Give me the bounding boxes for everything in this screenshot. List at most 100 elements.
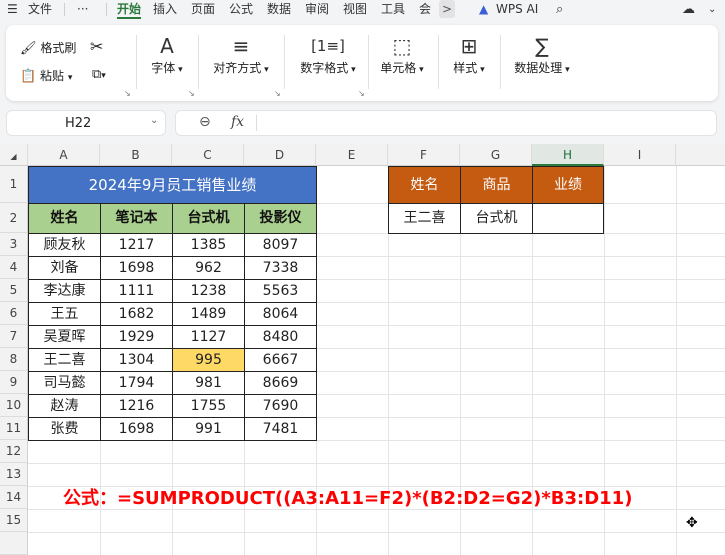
table-cell-projector[interactable]: 7338 bbox=[244, 256, 317, 280]
tab-insert[interactable]: 插入 bbox=[153, 1, 177, 18]
style-group-button[interactable]: ⊞ 样式 ▾ bbox=[446, 33, 492, 76]
wps-ai-button[interactable]: WPS AI bbox=[496, 1, 538, 18]
data-process-button[interactable]: ∑ 数据处理 ▾ bbox=[508, 33, 576, 76]
table-cell-desktop[interactable]: 1127 bbox=[172, 325, 245, 349]
chevron-down-icon[interactable]: ⌄ bbox=[150, 115, 158, 126]
row-header[interactable]: 8 bbox=[0, 348, 28, 371]
table-cell-laptop[interactable]: 1698 bbox=[100, 417, 173, 441]
name-box[interactable]: H22 ⌄ bbox=[6, 110, 166, 136]
font-group-button[interactable]: A 字体 ▾ bbox=[144, 33, 190, 76]
tab-home[interactable]: 开始 bbox=[117, 1, 141, 18]
table-cell-desktop[interactable]: 1238 bbox=[172, 279, 245, 303]
lookup-value-name[interactable]: 王二喜 bbox=[388, 203, 461, 234]
select-all-corner[interactable]: ◢ bbox=[0, 144, 28, 166]
table-cell-laptop[interactable]: 1929 bbox=[100, 325, 173, 349]
tab-review[interactable]: 审阅 bbox=[305, 1, 329, 18]
dialog-launcher-icon[interactable]: ↘ bbox=[124, 89, 131, 98]
table-cell-projector[interactable]: 8669 bbox=[244, 371, 317, 395]
dialog-launcher-icon[interactable]: ↘ bbox=[188, 89, 195, 98]
dialog-launcher-icon[interactable]: ↘ bbox=[358, 89, 365, 98]
header-cell-projector[interactable]: 投影仪 bbox=[244, 203, 317, 234]
table-cell-laptop[interactable]: 1682 bbox=[100, 302, 173, 326]
menu-file[interactable]: 文件 bbox=[28, 1, 52, 18]
menu-lines-icon[interactable]: ☰ bbox=[7, 1, 18, 18]
row-header[interactable]: 7 bbox=[0, 325, 28, 348]
table-cell-laptop[interactable]: 1304 bbox=[100, 348, 173, 372]
table-cell-desktop[interactable]: 962 bbox=[172, 256, 245, 280]
format-painter-button[interactable]: 🖌 格式刷 bbox=[20, 39, 76, 56]
zoom-search-icon[interactable]: ⊖ bbox=[199, 114, 211, 130]
header-cell-laptop[interactable]: 笔记本 bbox=[100, 203, 173, 234]
tab-member[interactable]: 会 bbox=[419, 1, 431, 18]
table-cell-desktop[interactable]: 1755 bbox=[172, 394, 245, 418]
table-cell-name[interactable]: 顾友秋 bbox=[28, 233, 101, 257]
lookup-header-product[interactable]: 商品 bbox=[460, 166, 533, 204]
row-header[interactable]: 4 bbox=[0, 256, 28, 279]
fx-icon[interactable]: fx bbox=[231, 114, 244, 130]
tab-page[interactable]: 页面 bbox=[191, 1, 215, 18]
table-cell-projector[interactable]: 7481 bbox=[244, 417, 317, 441]
tab-formula[interactable]: 公式 bbox=[229, 1, 253, 18]
row-header[interactable]: 11 bbox=[0, 417, 28, 440]
table-cell-laptop[interactable]: 1217 bbox=[100, 233, 173, 257]
cloud-sync-icon[interactable]: ☁ bbox=[682, 1, 695, 18]
header-cell-desktop[interactable]: 台式机 bbox=[172, 203, 245, 234]
row-header[interactable]: 10 bbox=[0, 394, 28, 417]
tab-scroll-right-icon[interactable]: > bbox=[439, 0, 455, 18]
row-header[interactable]: 12 bbox=[0, 440, 28, 463]
col-header-d[interactable]: D bbox=[244, 144, 316, 166]
worksheet-grid[interactable]: ◢ A B C D E F G H I 1 2 3 4 5 6 7 8 9 10… bbox=[0, 144, 725, 555]
col-header-g[interactable]: G bbox=[460, 144, 532, 166]
col-header-f[interactable]: F bbox=[388, 144, 460, 166]
tab-data[interactable]: 数据 bbox=[267, 1, 291, 18]
col-header-c[interactable]: C bbox=[172, 144, 244, 166]
table-cell-projector[interactable]: 6667 bbox=[244, 348, 317, 372]
paste-button[interactable]: 📋 粘贴 ▾ bbox=[20, 67, 72, 84]
table-cell-projector[interactable]: 8064 bbox=[244, 302, 317, 326]
align-group-button[interactable]: ≡ 对齐方式 ▾ bbox=[206, 33, 276, 76]
row-header[interactable]: 6 bbox=[0, 302, 28, 325]
col-header-a[interactable]: A bbox=[28, 144, 100, 166]
table-cell-name[interactable]: 王二喜 bbox=[28, 348, 101, 372]
table-cell-desktop[interactable]: 1385 bbox=[172, 233, 245, 257]
table-cell-laptop[interactable]: 1111 bbox=[100, 279, 173, 303]
search-icon[interactable]: ⌕ bbox=[556, 1, 563, 18]
cell-group-button[interactable]: ⬚ 单元格 ▾ bbox=[376, 33, 428, 76]
cut-scissors-icon[interactable]: ✂ bbox=[90, 37, 103, 56]
row-header[interactable]: 15 bbox=[0, 509, 28, 532]
table-cell-projector[interactable]: 5563 bbox=[244, 279, 317, 303]
lookup-header-performance[interactable]: 业绩 bbox=[532, 166, 604, 204]
table-cell-laptop[interactable]: 1216 bbox=[100, 394, 173, 418]
menu-more[interactable]: ··· bbox=[77, 1, 88, 18]
table-cell-name[interactable]: 王五 bbox=[28, 302, 101, 326]
col-header-e[interactable]: E bbox=[316, 144, 388, 166]
table-cell-laptop[interactable]: 1794 bbox=[100, 371, 173, 395]
table-cell-name[interactable]: 李达康 bbox=[28, 279, 101, 303]
header-cell-name[interactable]: 姓名 bbox=[28, 203, 101, 234]
table-cell-name[interactable]: 赵涛 bbox=[28, 394, 101, 418]
formula-bar[interactable]: ⊖ fx bbox=[175, 110, 717, 136]
chevron-down-icon[interactable]: ⌄ bbox=[708, 1, 716, 18]
lookup-value-performance[interactable] bbox=[532, 203, 604, 234]
number-format-button[interactable]: [1≡] 数字格式 ▾ bbox=[292, 33, 364, 76]
table-cell-name[interactable]: 吴夏晖 bbox=[28, 325, 101, 349]
tab-tools[interactable]: 工具 bbox=[381, 1, 405, 18]
table-cell-projector[interactable]: 7690 bbox=[244, 394, 317, 418]
row-header[interactable]: 3 bbox=[0, 233, 28, 256]
row-header[interactable]: 2 bbox=[0, 203, 28, 233]
col-header-b[interactable]: B bbox=[100, 144, 172, 166]
dialog-launcher-icon[interactable]: ↘ bbox=[274, 89, 281, 98]
row-header[interactable]: 14 bbox=[0, 486, 28, 509]
lookup-value-product[interactable]: 台式机 bbox=[460, 203, 533, 234]
table-cell-name[interactable]: 司马懿 bbox=[28, 371, 101, 395]
col-header-h[interactable]: H bbox=[532, 144, 604, 166]
table-title-cell[interactable]: 2024年9月员工销售业绩 bbox=[28, 166, 317, 204]
table-cell-desktop[interactable]: 991 bbox=[172, 417, 245, 441]
table-cell-name[interactable]: 刘备 bbox=[28, 256, 101, 280]
table-cell-desktop[interactable]: 1489 bbox=[172, 302, 245, 326]
row-header[interactable]: 9 bbox=[0, 371, 28, 394]
table-cell-projector[interactable]: 8097 bbox=[244, 233, 317, 257]
row-header[interactable]: 13 bbox=[0, 463, 28, 486]
col-header-i[interactable]: I bbox=[604, 144, 676, 166]
table-cell-name[interactable]: 张费 bbox=[28, 417, 101, 441]
